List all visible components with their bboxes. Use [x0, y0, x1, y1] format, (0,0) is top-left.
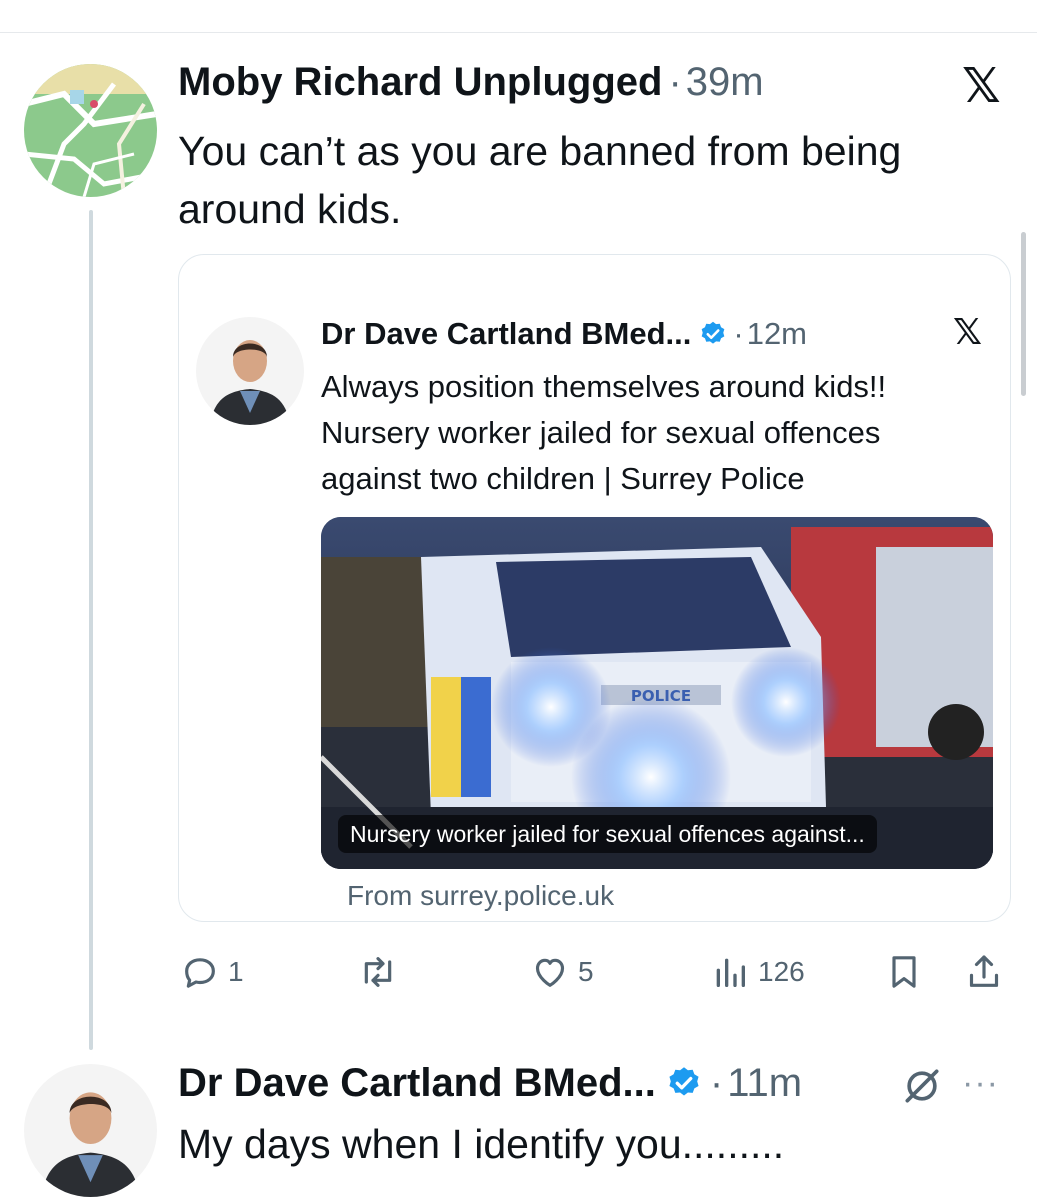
link-preview-title: Nursery worker jailed for sexual offence… [338, 815, 877, 853]
grok-icon[interactable] [900, 1064, 944, 1108]
second-reply-text: My days when I identify you......... [178, 1121, 785, 1167]
view-count: 126 [758, 956, 805, 987]
quoted-text: Always position themselves around kids!!… [321, 364, 886, 502]
author-avatar-moby[interactable] [24, 64, 157, 197]
thread-connector-line [89, 210, 93, 1050]
more-options-icon[interactable]: ··· [962, 1064, 999, 1103]
quoted-header: Dr Dave Cartland BMed... · 12m [321, 316, 807, 352]
separator-dot: · [668, 60, 682, 104]
separator-dot: · [733, 316, 744, 351]
person-avatar-icon [196, 317, 304, 425]
author-avatar-dave[interactable] [196, 317, 304, 425]
second-timestamp[interactable]: 11m [727, 1061, 802, 1106]
map-avatar-icon [24, 64, 157, 197]
reply-icon [185, 958, 215, 988]
reply-count: 1 [228, 956, 244, 987]
reply-text: You can’t as you are banned from being a… [178, 122, 901, 238]
quoted-text-line: Nursery worker jailed for sexual offence… [321, 415, 881, 450]
x-logo-icon: 𝕏 [953, 312, 983, 353]
quoted-text-line: Always position themselves around kids!! [321, 369, 887, 404]
bookmark-button[interactable] [884, 952, 924, 992]
views-button[interactable]: 126 [710, 952, 805, 992]
quoted-author-name[interactable]: Dr Dave Cartland BMed... [321, 316, 691, 352]
share-button[interactable] [964, 952, 1004, 992]
author-avatar-dave-second[interactable] [24, 1064, 157, 1197]
second-author-name[interactable]: Dr Dave Cartland BMed... [178, 1061, 656, 1106]
repost-button[interactable] [356, 952, 408, 992]
timestamp[interactable]: 39m [686, 60, 764, 105]
reply-text-line: You can’t as you are banned from being [178, 128, 902, 174]
repost-icon [364, 957, 392, 987]
x-logo-icon: 𝕏 [962, 58, 1001, 114]
second-reply-header: Dr Dave Cartland BMed... · 11m [178, 1060, 802, 1106]
link-source-domain[interactable]: From surrey.police.uk [347, 880, 614, 912]
scrollbar[interactable] [1021, 232, 1026, 396]
reply-button[interactable]: 1 [180, 952, 244, 992]
share-icon [969, 955, 999, 987]
verified-badge-icon [699, 320, 727, 348]
quoted-text-line: against two children | Surrey Police [321, 461, 805, 496]
person-avatar-icon [24, 1064, 157, 1197]
reply-text-line: around kids. [178, 186, 402, 232]
like-button[interactable]: 5 [530, 952, 594, 992]
separator-dot: · [709, 1061, 724, 1105]
verified-badge-icon [666, 1065, 702, 1101]
quoted-timestamp[interactable]: 12m [747, 316, 807, 352]
views-chart-icon [716, 958, 745, 987]
top-divider [0, 32, 1037, 33]
bookmark-icon [892, 956, 916, 988]
like-count: 5 [578, 956, 594, 987]
heart-icon [535, 958, 565, 987]
reply-header: Moby Richard Unplugged · 39m [178, 60, 764, 105]
author-name[interactable]: Moby Richard Unplugged [178, 60, 662, 105]
